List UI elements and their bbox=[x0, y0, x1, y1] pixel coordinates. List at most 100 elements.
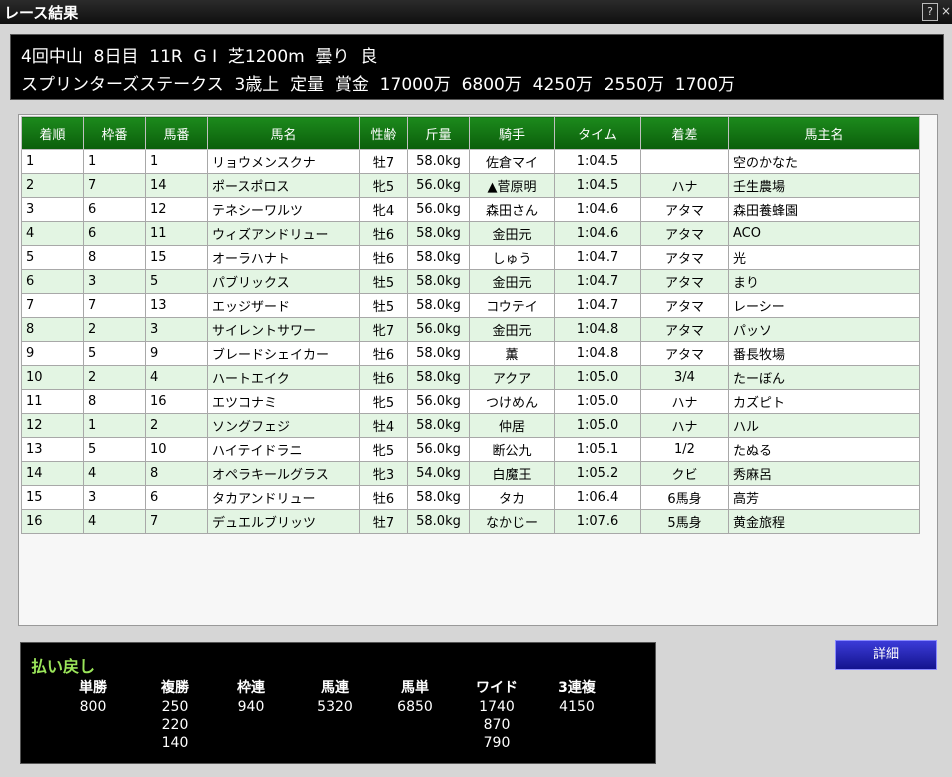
table-row[interactable]: 16 4 7 デュエルブリッツ 牡7 58.0kg なかじー 1:07.6 5馬身 黄金旅程 bbox=[21, 509, 920, 534]
weight-cell: 56.0kg bbox=[407, 197, 470, 222]
header-margin[interactable]: 着差 bbox=[640, 116, 729, 150]
time-cell: 1:07.6 bbox=[554, 509, 641, 534]
table-row[interactable]: 14 4 8 オペラキールグラス 牝3 54.0kg 白魔王 1:05.2 クビ 秀麻呂 bbox=[21, 461, 920, 486]
frame-cell: 4 bbox=[83, 461, 146, 486]
jockey-cell: なかじー bbox=[469, 509, 555, 534]
table-row[interactable]: 12 1 2 ソングフェジ 牡4 58.0kg 仲居 1:05.0 ハナ ハル bbox=[21, 413, 920, 438]
owner-cell: 空のかなた bbox=[728, 149, 920, 174]
payout-label: ワイド bbox=[476, 680, 518, 696]
owner-cell: 光 bbox=[728, 245, 920, 270]
table-row[interactable]: 8 2 3 サイレントサワー 牝7 56.0kg 金田元 1:04.8 アタマ パッソ bbox=[21, 317, 920, 342]
horse-number-cell: 16 bbox=[145, 389, 208, 414]
header-time[interactable]: タイム bbox=[554, 116, 641, 150]
frame-cell: 4 bbox=[83, 509, 146, 534]
horse-number-cell: 13 bbox=[145, 293, 208, 318]
owner-cell: 番長牧場 bbox=[728, 341, 920, 366]
payout-value: 1740 bbox=[479, 699, 515, 715]
table-row[interactable]: 9 5 9 ブレードシェイカー 牡6 58.0kg 薫 1:04.8 アタマ 番長牧場 bbox=[21, 341, 920, 366]
payout-title: 払い戻し bbox=[31, 657, 96, 676]
table-row[interactable]: 2 7 14 ポースポロス 牝5 56.0kg ▲菅原明 1:04.5 ハナ 壬生農場 bbox=[21, 173, 920, 198]
table-row[interactable]: 10 2 4 ハートエイク 牡6 58.0kg アクア 1:05.0 3/4 たーぼん bbox=[21, 365, 920, 390]
payout-value: 140 bbox=[161, 735, 189, 751]
window-body: 4回中山 8日目 11R G I 芝1200m 曇り 良 スプリンターズステーク… bbox=[0, 24, 952, 777]
frame-cell: 5 bbox=[83, 437, 146, 462]
horse-name-cell: パブリックス bbox=[207, 269, 360, 294]
header-frame[interactable]: 枠番 bbox=[83, 116, 146, 150]
owner-cell: 黄金旅程 bbox=[728, 509, 920, 534]
weight-cell: 56.0kg bbox=[407, 389, 470, 414]
weight-cell: 58.0kg bbox=[407, 341, 470, 366]
header-sex-age[interactable]: 性齢 bbox=[359, 116, 408, 150]
horse-name-cell: ハイテイドラニ bbox=[207, 437, 360, 462]
payout-column: 単勝 800 bbox=[61, 677, 125, 716]
rank-cell: 14 bbox=[21, 461, 84, 486]
time-cell: 1:04.6 bbox=[554, 221, 641, 246]
help-button[interactable]: ? bbox=[922, 3, 938, 21]
results-header-row: 着順 枠番 馬番 馬名 性齢 斤量 騎手 タイム 着差 馬主名 bbox=[21, 116, 920, 150]
table-row[interactable]: 4 6 11 ウィズアンドリュー 牡6 58.0kg 金田元 1:04.6 アタマ ACO bbox=[21, 221, 920, 246]
sex-age-cell: 牡7 bbox=[359, 509, 408, 534]
weight-cell: 58.0kg bbox=[407, 293, 470, 318]
horse-name-cell: エツコナミ bbox=[207, 389, 360, 414]
owner-cell: 高芳 bbox=[728, 485, 920, 510]
jockey-cell: 仲居 bbox=[469, 413, 555, 438]
header-rank[interactable]: 着順 bbox=[21, 116, 84, 150]
race-info-line1: 4回中山 8日目 11R G I 芝1200m 曇り 良 bbox=[21, 47, 378, 67]
weight-cell: 58.0kg bbox=[407, 245, 470, 270]
horse-number-cell: 9 bbox=[145, 341, 208, 366]
payout-label: 複勝 bbox=[161, 680, 189, 696]
table-row[interactable]: 6 3 5 パブリックス 牡5 58.0kg 金田元 1:04.7 アタマ まり bbox=[21, 269, 920, 294]
owner-cell: たぬる bbox=[728, 437, 920, 462]
horse-name-cell: オーラハナト bbox=[207, 245, 360, 270]
header-weight[interactable]: 斤量 bbox=[407, 116, 470, 150]
frame-cell: 5 bbox=[83, 341, 146, 366]
rank-cell: 11 bbox=[21, 389, 84, 414]
rank-cell: 10 bbox=[21, 365, 84, 390]
rank-cell: 12 bbox=[21, 413, 84, 438]
payout-value: 800 bbox=[79, 699, 107, 715]
horse-number-cell: 12 bbox=[145, 197, 208, 222]
sex-age-cell: 牝5 bbox=[359, 389, 408, 414]
payout-value: 940 bbox=[237, 699, 265, 715]
jockey-cell: コウテイ bbox=[469, 293, 555, 318]
jockey-cell: タカ bbox=[469, 485, 555, 510]
time-cell: 1:04.5 bbox=[554, 149, 641, 174]
close-button[interactable]: × bbox=[940, 3, 952, 19]
frame-cell: 1 bbox=[83, 413, 146, 438]
weight-cell: 58.0kg bbox=[407, 485, 470, 510]
table-row[interactable]: 5 8 15 オーラハナト 牡6 58.0kg しゅう 1:04.7 アタマ光 bbox=[21, 245, 920, 270]
header-horse-name[interactable]: 馬名 bbox=[207, 116, 360, 150]
sex-age-cell: 牡5 bbox=[359, 269, 408, 294]
time-cell: 1:04.8 bbox=[554, 341, 641, 366]
margin-cell: クビ bbox=[640, 461, 729, 486]
table-row[interactable]: 13 5 10 ハイテイドラニ 牝5 56.0kg 断公九 1:05.1 1/2 たぬる bbox=[21, 437, 920, 462]
header-horse-number[interactable]: 馬番 bbox=[145, 116, 208, 150]
table-row[interactable]: 11 8 16 エツコナミ 牝5 56.0kg つけめん 1:05.0 ハナ カズピト bbox=[21, 389, 920, 414]
rank-cell: 9 bbox=[21, 341, 84, 366]
race-info-panel: 4回中山 8日目 11R G I 芝1200m 曇り 良 スプリンターズステーク… bbox=[10, 34, 944, 100]
payout-column: 3連複 4150 bbox=[545, 677, 609, 716]
detail-button[interactable]: 詳細 bbox=[835, 640, 937, 670]
horse-number-cell: 6 bbox=[145, 485, 208, 510]
owner-cell: ACO bbox=[728, 221, 920, 246]
time-cell: 1:05.2 bbox=[554, 461, 641, 486]
table-row[interactable]: 7 7 13 エッジザード 牡5 58.0kg コウテイ 1:04.7 アタマ レーシー bbox=[21, 293, 920, 318]
horse-number-cell: 15 bbox=[145, 245, 208, 270]
frame-cell: 7 bbox=[83, 293, 146, 318]
race-info-line2: スプリンターズステークス 3歳上 定量 賞金 17000万 6800万 4250… bbox=[21, 75, 736, 95]
header-owner[interactable]: 馬主名 bbox=[728, 116, 920, 150]
table-row[interactable]: 3 6 12 テネシーワルツ 牝4 56.0kg 森田さん 1:04.6 アタマ 森田養蜂園 bbox=[21, 197, 920, 222]
margin-cell: アタマ bbox=[640, 245, 729, 270]
horse-number-cell: 7 bbox=[145, 509, 208, 534]
sex-age-cell: 牡4 bbox=[359, 413, 408, 438]
time-cell: 1:06.4 bbox=[554, 485, 641, 510]
rank-cell: 13 bbox=[21, 437, 84, 462]
sex-age-cell: 牝5 bbox=[359, 173, 408, 198]
table-row[interactable]: 1 1 1 リョウメンスクナ 牡7 58.0kg 佐倉マイ 1:04.5 空のかなた bbox=[21, 149, 920, 174]
rank-cell: 5 bbox=[21, 245, 84, 270]
table-row[interactable]: 15 3 6 タカアンドリュー 牡6 58.0kg タカ 1:06.4 6馬身 高芳 bbox=[21, 485, 920, 510]
rank-cell: 7 bbox=[21, 293, 84, 318]
header-jockey[interactable]: 騎手 bbox=[469, 116, 555, 150]
horse-number-cell: 4 bbox=[145, 365, 208, 390]
time-cell: 1:04.8 bbox=[554, 317, 641, 342]
